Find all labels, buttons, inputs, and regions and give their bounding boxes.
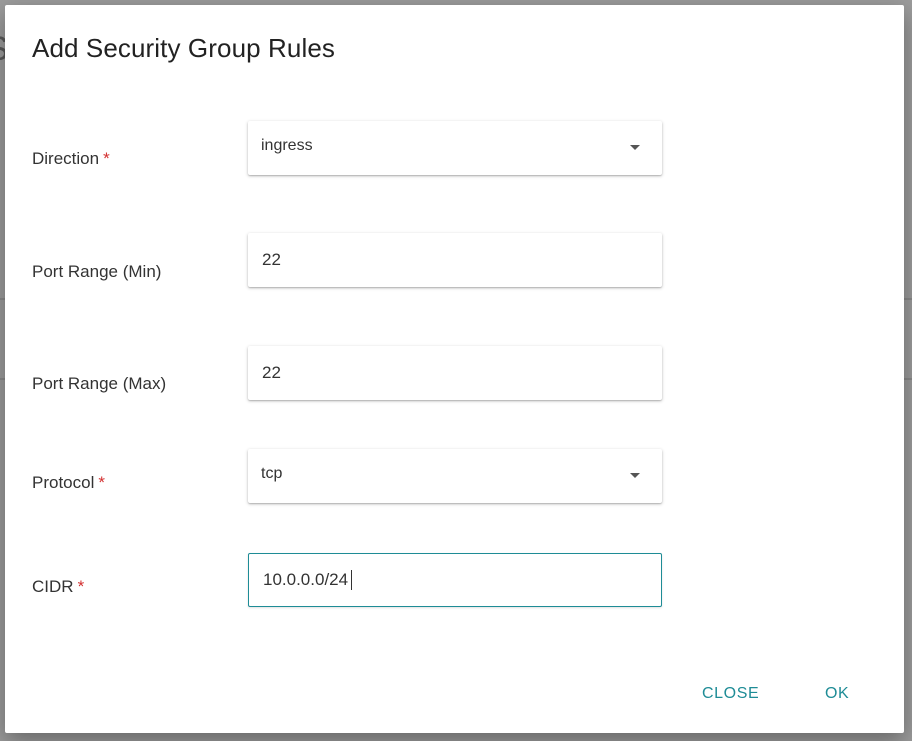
direction-select[interactable]: ingress bbox=[248, 121, 662, 175]
cidr-label: CIDR * bbox=[32, 577, 85, 596]
protocol-selected-value: tcp bbox=[261, 465, 283, 482]
ok-button[interactable]: OK bbox=[817, 681, 857, 707]
caret-down-icon bbox=[630, 473, 640, 478]
add-security-group-rules-dialog: Add Security Group Rules Direction * ingr… bbox=[5, 5, 904, 733]
cidr-row: CIDR * bbox=[5, 553, 904, 609]
text-cursor bbox=[351, 570, 352, 590]
caret-down-icon bbox=[630, 145, 640, 150]
port-range-min-label: Port Range (Min) bbox=[32, 262, 162, 281]
protocol-select[interactable]: tcp bbox=[248, 449, 662, 503]
close-button[interactable]: CLOSE bbox=[694, 681, 767, 707]
dialog-title: Add Security Group Rules bbox=[32, 33, 335, 63]
protocol-label: Protocol * bbox=[32, 473, 105, 492]
port-range-max-label: Port Range (Max) bbox=[32, 374, 167, 393]
port-range-min-field[interactable] bbox=[248, 233, 662, 287]
required-marker: * bbox=[103, 149, 110, 168]
protocol-row: Protocol * tcp bbox=[5, 449, 904, 505]
direction-selected-value: ingress bbox=[261, 137, 313, 154]
direction-row: Direction * ingress bbox=[5, 121, 904, 177]
required-marker: * bbox=[98, 473, 105, 492]
cidr-field[interactable] bbox=[248, 553, 662, 607]
port-range-max-input[interactable] bbox=[248, 346, 662, 400]
cidr-input[interactable] bbox=[249, 554, 661, 606]
required-marker: * bbox=[77, 577, 85, 596]
port-range-min-row: Port Range (Min) bbox=[5, 233, 904, 289]
port-range-max-field[interactable] bbox=[248, 346, 662, 400]
port-range-max-row: Port Range (Max) bbox=[5, 346, 904, 402]
port-range-min-input[interactable] bbox=[248, 233, 662, 287]
direction-label: Direction * bbox=[32, 149, 110, 168]
